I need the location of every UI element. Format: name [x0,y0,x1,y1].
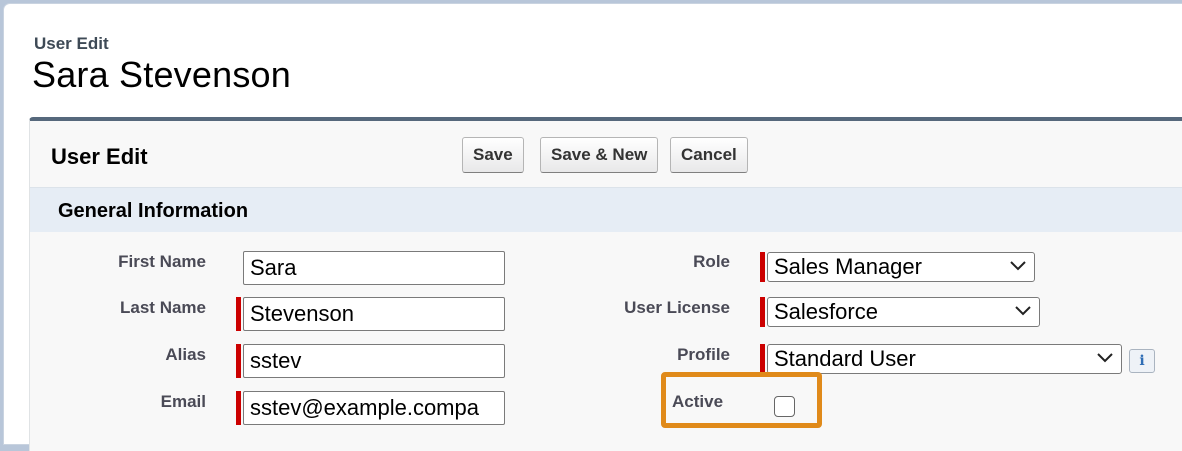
email-label: Email [160,392,206,411]
chevron-down-icon [1015,306,1031,316]
section-header: General Information [30,187,1182,232]
required-indicator [760,252,765,282]
chevron-down-icon [1010,261,1026,271]
cancel-button[interactable]: Cancel [670,137,748,173]
required-indicator [236,344,241,378]
required-indicator [236,297,241,331]
save-button[interactable]: Save [462,137,524,173]
chevron-down-icon [1097,353,1113,363]
last-name-input[interactable]: Stevenson [243,297,505,331]
profile-label: Profile [677,345,730,364]
page-header-object-type: User Edit [34,34,109,53]
email-input[interactable]: sstev@example.compa [243,391,505,425]
role-select[interactable]: Sales Manager [767,252,1035,282]
alias-label: Alias [165,345,206,364]
user-license-label: User License [624,298,730,317]
role-select-value: Sales Manager [774,254,922,279]
last-name-label: Last Name [120,298,206,317]
first-name-label: First Name [118,252,206,271]
block-title: User Edit [51,144,148,169]
user-license-select[interactable]: Salesforce [767,297,1040,327]
required-indicator [760,297,765,327]
first-name-input[interactable]: Sara [243,251,505,285]
page-title: Sara Stevenson [32,54,291,95]
profile-select[interactable]: Standard User [767,344,1122,374]
role-label: Role [693,252,730,271]
section-title: General Information [58,200,249,222]
active-label: Active [672,392,724,411]
profile-select-value: Standard User [774,346,916,371]
save-and-new-button[interactable]: Save & New [540,137,659,173]
user-license-select-value: Salesforce [774,299,878,324]
required-indicator [760,344,765,374]
info-icon[interactable]: i [1129,349,1155,373]
alias-input[interactable]: sstev [243,344,505,378]
required-indicator [236,391,241,425]
active-checkbox[interactable] [774,396,795,417]
